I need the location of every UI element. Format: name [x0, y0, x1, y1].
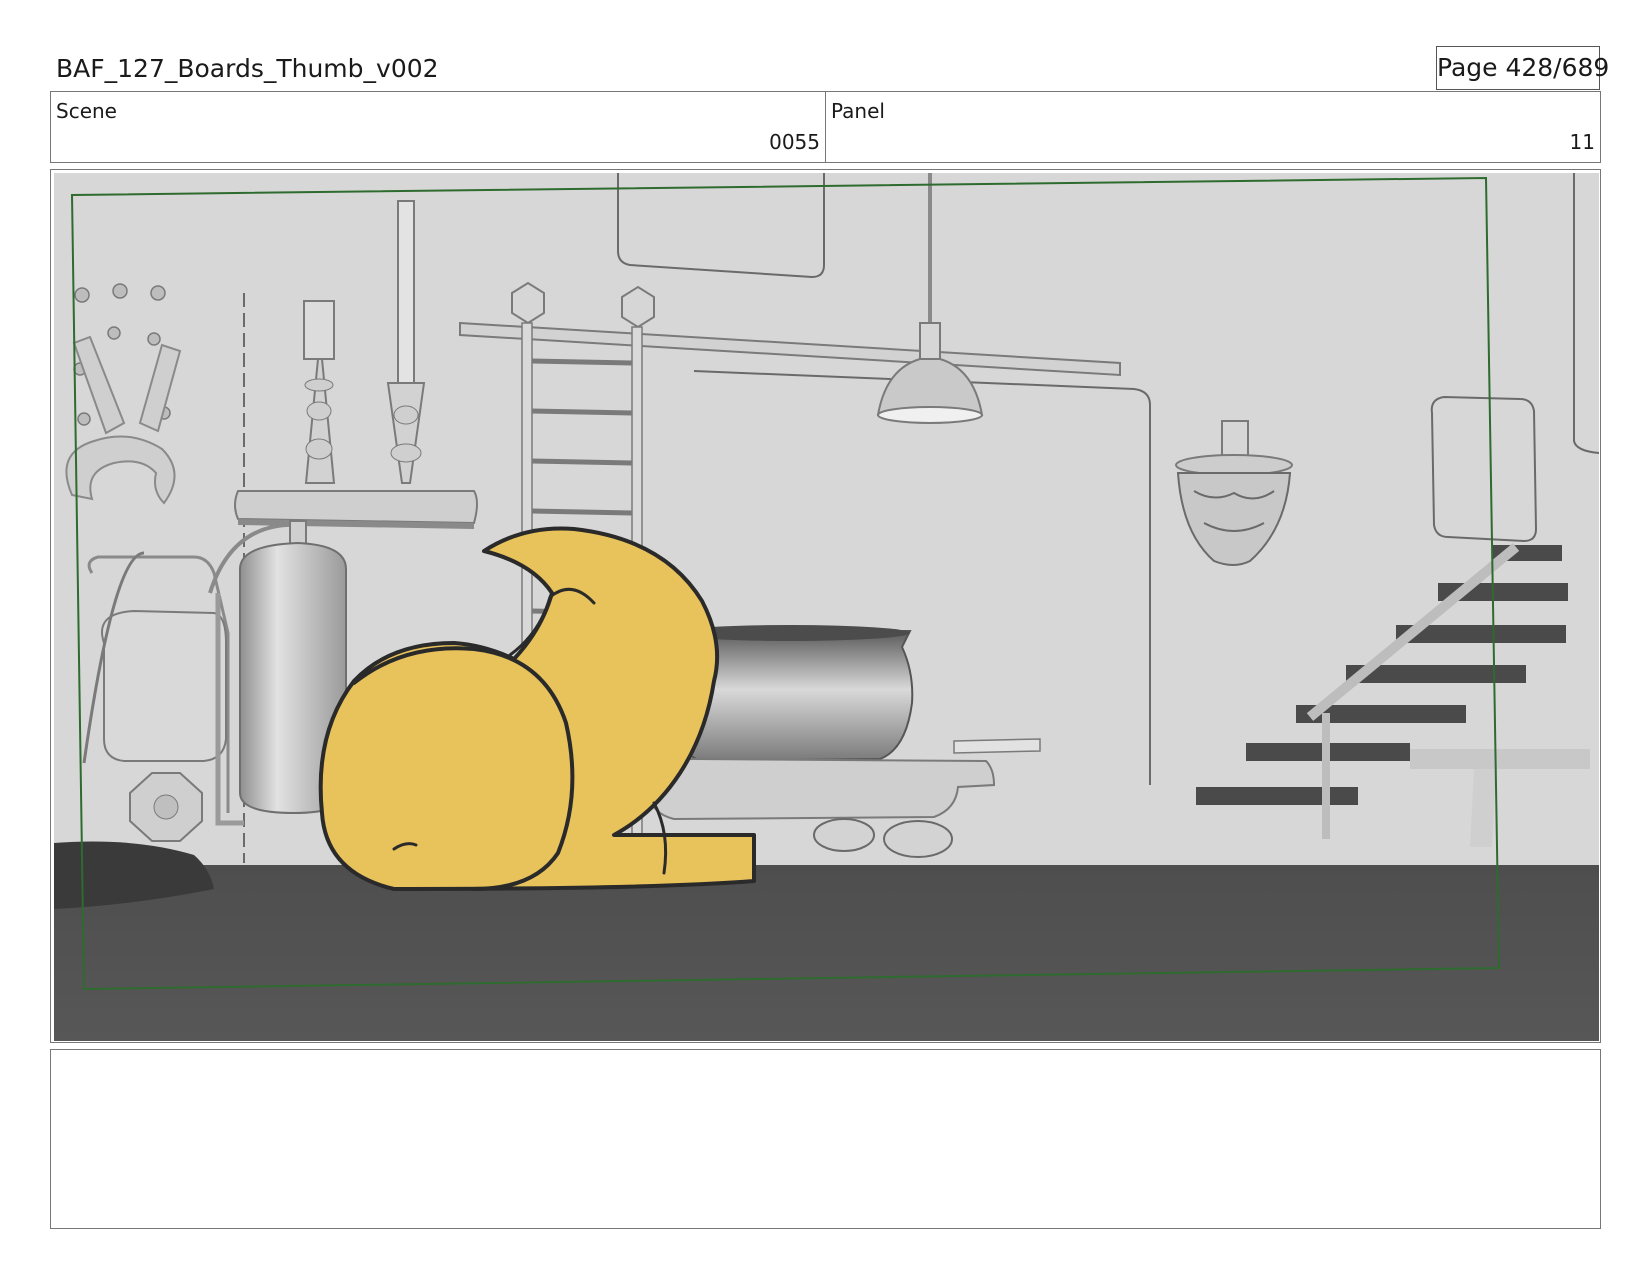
floor — [54, 865, 1599, 1041]
scene-label: Scene — [56, 99, 117, 123]
storyboard-panel-frame — [50, 169, 1601, 1043]
scene-value: 0055 — [769, 130, 820, 154]
panel-cell: Panel 11 — [825, 92, 1600, 162]
page-number: Page 428/689 — [1436, 46, 1609, 90]
panel-value: 11 — [1569, 130, 1595, 154]
document-title: BAF_127_Boards_Thumb_v002 — [56, 54, 439, 83]
storyboard-image — [54, 173, 1599, 1041]
panel-label: Panel — [831, 99, 885, 123]
scene-cell: Scene 0055 — [51, 92, 825, 162]
notes-box — [50, 1049, 1601, 1229]
info-row: Scene 0055 Panel 11 — [50, 91, 1601, 163]
